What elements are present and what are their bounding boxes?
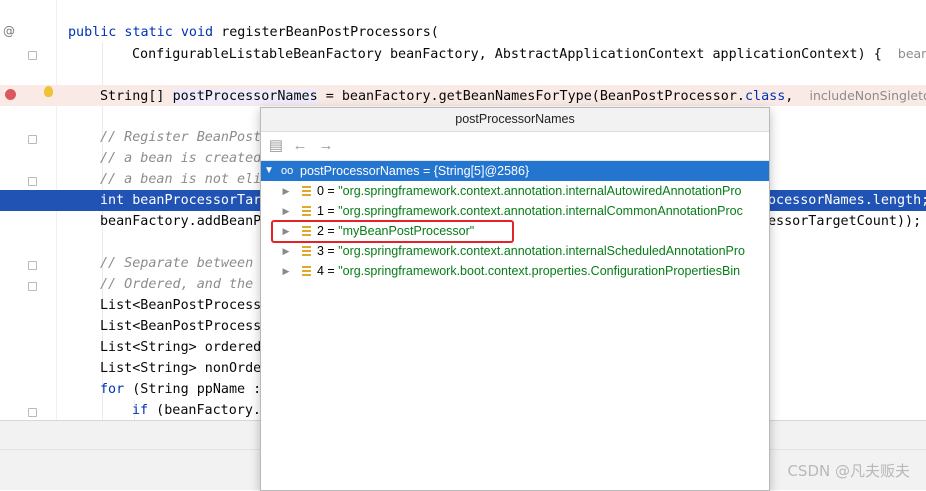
expand-right-icon[interactable]: ▶ — [281, 241, 291, 261]
item-index: 0 — [317, 184, 324, 198]
comment-text: // a bean is created — [100, 151, 262, 166]
popup-title: postProcessorNames — [261, 108, 769, 132]
comment-text: // a bean is not eli — [100, 172, 262, 187]
item-index: 4 — [317, 264, 324, 278]
lightbulb-icon[interactable] — [44, 86, 53, 97]
tree-item[interactable]: ▶ 4 = "org.springframework.boot.context.… — [261, 261, 769, 281]
code-text: List<String> nonOrde — [100, 361, 262, 376]
array-element-icon — [302, 246, 311, 256]
code-text: List<BeanPostProcess — [100, 319, 262, 334]
item-value: "org.springframework.context.annotation.… — [338, 244, 745, 258]
watermark: CSDN @凡夫贩夫 — [787, 462, 910, 480]
comment-text: // Ordered, and the — [100, 277, 254, 292]
code-text: = beanFactory.getBeanNamesForType(BeanPo… — [317, 89, 745, 104]
expand-right-icon[interactable]: ▶ — [281, 181, 291, 201]
variable-highlight[interactable]: postProcessorNames — [172, 89, 318, 104]
tree-item[interactable]: ▶ 3 = "org.springframework.context.annot… — [261, 241, 769, 261]
tree-item[interactable]: ▶ 1 = "org.springframework.context.annot… — [261, 201, 769, 221]
popup-toolbar: ▤ ← → — [261, 132, 769, 161]
back-arrow-icon[interactable]: ← — [291, 137, 309, 155]
code-text: ConfigurableListableBeanFactory beanFact… — [132, 47, 882, 62]
highlight-annotation-box — [271, 220, 514, 243]
item-value: "org.springframework.context.annotation.… — [338, 204, 743, 218]
parameter-hint: includeNonSingletons — [809, 88, 926, 103]
item-value: "org.springframework.context.annotation.… — [338, 184, 742, 198]
tree-root-label: postProcessorNames = {String[5]@2586} — [300, 164, 530, 178]
comment-text: // Register BeanPost — [100, 130, 262, 145]
keyword-text: class — [744, 89, 786, 104]
expand-right-icon[interactable]: ▶ — [281, 261, 291, 281]
array-element-icon — [302, 206, 311, 216]
comment-text: // Separate between — [100, 256, 254, 271]
item-index: 1 — [317, 204, 324, 218]
hierarchy-icon[interactable]: ▤ — [267, 137, 285, 155]
code-text: (String ppName : — [124, 382, 262, 397]
breakpoint-line[interactable]: String[] postProcessorNames = beanFactor… — [0, 85, 926, 106]
code-text: (beanFactory. — [148, 403, 261, 418]
code-text: essorTargetCount)); — [768, 214, 922, 229]
expand-right-icon[interactable]: ▶ — [281, 201, 291, 221]
forward-arrow-icon[interactable]: → — [317, 137, 335, 155]
variable-inspector-popup[interactable]: postProcessorNames ▤ ← → ▼ oo postProces… — [260, 107, 770, 491]
breakpoint-check-icon: ✓ — [3, 85, 10, 96]
code-line[interactable]: public static void registerBeanPostProce… — [0, 22, 926, 43]
tree-root-node[interactable]: ▼ oo postProcessorNames = {String[5]@258… — [261, 161, 769, 181]
array-element-icon — [302, 266, 311, 276]
watch-glasses-icon: oo — [281, 165, 294, 177]
expand-down-icon[interactable]: ▼ — [264, 161, 274, 181]
code-line[interactable]: ConfigurableListableBeanFactory beanFact… — [0, 43, 926, 64]
parameter-hint: beanF — [897, 46, 926, 61]
code-text: ocessorNames.length; — [768, 193, 926, 208]
code-text: List<String> ordered — [100, 340, 262, 355]
tree-item[interactable]: ▶ 0 = "org.springframework.context.annot… — [261, 181, 769, 201]
array-element-icon — [302, 186, 311, 196]
keyword-text: int — [100, 193, 125, 208]
code-text: , — [785, 89, 794, 104]
keyword-text: for — [100, 382, 125, 397]
code-text: beanFactory.addBeanP — [100, 214, 262, 229]
keyword-text: if — [132, 403, 149, 418]
item-index: 3 — [317, 244, 324, 258]
code-text: beanProcessorTar — [124, 193, 262, 208]
code-text: public static void — [68, 25, 222, 40]
code-text: List<BeanPostProcess — [100, 298, 262, 313]
item-value: "org.springframework.boot.context.proper… — [338, 264, 741, 278]
code-text: registerBeanPostProcessors( — [221, 25, 439, 40]
code-text: String[] — [100, 89, 173, 104]
